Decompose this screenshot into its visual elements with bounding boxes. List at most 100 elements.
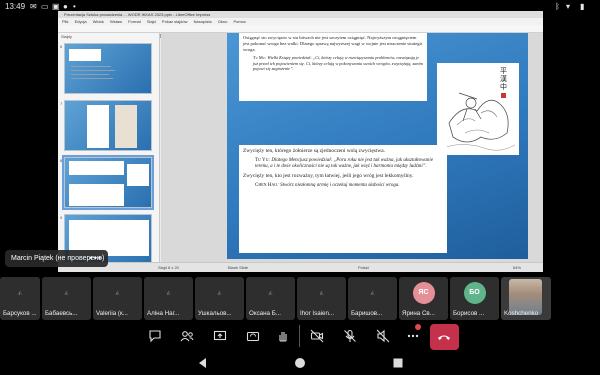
slide-textbox-bottom[interactable]: Zwycięży ten, którego żołnierze są zjedn… (239, 145, 447, 253)
participant-tile[interactable]: ◭ Ушкальов... (195, 277, 244, 320)
menu-item[interactable]: Pomoc (233, 19, 245, 24)
menu-item[interactable]: Slajd (147, 19, 156, 24)
quote-text: : Wielki Książę powiedział: „Ci, którzy … (253, 55, 423, 72)
language[interactable]: Polski (358, 263, 369, 272)
back-icon[interactable] (196, 356, 210, 370)
quote-author: Tu Yu (255, 158, 269, 163)
participant-name: Барсуков ... (3, 310, 37, 317)
calligraphy-text: 平 漢 中 (500, 67, 507, 91)
raise-hand-icon[interactable] (271, 324, 295, 348)
participant-name: Ihor Isaien... (300, 310, 335, 317)
libreoffice-status-bar: Slajd 8 z 20 Blank Slide Polski 64% (58, 262, 543, 272)
cast-icon: ▭ (41, 2, 49, 11)
ink-illustration-image[interactable]: 平 漢 中 (437, 63, 519, 155)
menu-item[interactable]: Edycja (75, 19, 87, 24)
participant-name: Бабаевсь... (45, 310, 78, 317)
mic-muted-icon: ◭ (268, 290, 273, 296)
avatar: БО (463, 282, 486, 304)
menu-item[interactable]: Narzędzia (194, 19, 212, 24)
window-title: Prezentacja Sztuka prowadzenia ... WODR … (64, 12, 211, 17)
microphone-icon: ● (63, 2, 68, 11)
participant-name: Баришов... (351, 310, 383, 317)
slide-thumbnail[interactable]: 7 (60, 100, 152, 151)
quote-text: : Dlatego Mencjusz powiedział: „Pora rok… (255, 158, 434, 170)
toolbar[interactable] (58, 25, 543, 38)
menu-item[interactable]: Widok (93, 19, 104, 24)
mic-off-icon[interactable] (338, 324, 362, 348)
participant-name: Koshchenko (504, 310, 539, 317)
participant-tile[interactable]: ◭ Ihor Isaien... (297, 277, 346, 320)
camera-off-icon[interactable] (305, 324, 329, 348)
menu-item[interactable]: Plik (62, 19, 68, 24)
thumbnail-number: 9 (60, 215, 63, 220)
more-icon[interactable] (401, 324, 425, 348)
mic-muted-icon: ◭ (18, 290, 22, 296)
participant-tile[interactable]: ◭ Valeriia (к... (93, 277, 142, 320)
presenter-more-icon[interactable]: ••• (90, 250, 102, 267)
participants-strip: ◭ Барсуков ... ◭ Бабаевсь... ◭ Valeriia … (0, 277, 600, 320)
participant-name: Аліна Наг... (147, 310, 180, 317)
window-title-bar: Prezentacja Sztuka prowadzenia ... WODR … (58, 11, 543, 18)
participant-tile[interactable]: ◭ Аліна Наг... (144, 277, 193, 320)
slides-panel-label: Slajdy (61, 34, 72, 39)
hangup-button[interactable] (430, 324, 459, 350)
thumbnail-number: 7 (60, 101, 63, 106)
slide-thumbnail-selected[interactable]: 8 (60, 155, 154, 210)
thumbnail-number: 8 (60, 158, 63, 163)
participant-tile-video[interactable]: Koshchenko (501, 277, 551, 320)
divider (299, 325, 300, 347)
menu-item[interactable]: Pokaz slajdów (162, 19, 188, 24)
slide-textbox-top[interactable]: Osiągnąć sto zwycięstw w stu bitwach nie… (239, 33, 427, 101)
slide-editor[interactable]: Osiągnąć sto zwycięstw w stu bitwach nie… (161, 33, 543, 262)
menu-item[interactable]: Wstaw (110, 19, 122, 24)
slide-quote: Tu Yu: Dlatego Mencjusz powiedział: „Por… (255, 158, 443, 170)
menu-bar[interactable]: Plik Edycja Widok Wstaw Format Slajd Pok… (58, 18, 543, 25)
mic-muted-icon: ◭ (115, 290, 120, 296)
battery-icon: ▮ (580, 2, 585, 11)
presenter-label[interactable]: Marcin Piątek (не проверено) ••• (5, 250, 108, 267)
recents-icon[interactable] (391, 356, 405, 370)
wifi-icon: ▾ (566, 2, 571, 11)
mail-icon: ✉ (30, 2, 37, 11)
participant-tile[interactable]: ◭ Барсуков ... (0, 277, 40, 320)
slide-quote: Chen Hao: Stwórz niezłomną armię i oczek… (255, 183, 443, 189)
chat-icon[interactable] (143, 324, 167, 348)
thumbnail-number: 6 (60, 44, 63, 49)
zoom-level[interactable]: 64% (513, 263, 521, 272)
participant-tile[interactable]: ◭ Оксана Б... (246, 277, 295, 320)
speaker-off-icon[interactable] (371, 324, 395, 348)
quote-author: Chen Hao (255, 183, 278, 189)
slide-paragraph: Osiągnąć sto zwycięstw w stu bitwach nie… (243, 35, 423, 52)
participant-tile[interactable]: ЯС Ярина Св... (399, 277, 448, 320)
home-icon[interactable] (293, 356, 307, 370)
slide-thumbnail[interactable]: 6 (60, 43, 152, 94)
android-nav-bar (0, 351, 600, 375)
quote-text: : Stwórz niezłomną armię i oczekuj momen… (277, 183, 400, 189)
shared-screen: Prezentacja Sztuka prowadzenia ... WODR … (58, 11, 543, 272)
layout-name: Blank Slide (228, 265, 249, 270)
menu-item[interactable]: Okno (218, 19, 228, 24)
participants-icon[interactable] (175, 324, 199, 348)
participant-tile[interactable]: ◭ Бабаевсь... (42, 277, 91, 320)
slide-heading: Zwycięży ten, którego żołnierze są zjedn… (243, 148, 386, 154)
slides-panel[interactable]: Slajdy 6 7 8 9 (58, 33, 160, 265)
participant-name: Ушкальов... (198, 310, 232, 317)
participant-name: Valeriia (к... (96, 310, 128, 317)
share-screen-icon[interactable] (208, 324, 232, 348)
slide-count: Slajd 8 z 20 (158, 265, 179, 270)
clock: 13:49 (5, 2, 26, 11)
camera-flip-icon[interactable] (241, 324, 265, 348)
image-icon: ▣ (52, 2, 60, 11)
quote-author: Tu Mu (253, 55, 265, 61)
participant-name: Борисов ... (453, 310, 485, 317)
mic-muted-icon: ◭ (319, 290, 324, 296)
participant-tile[interactable]: БО Борисов ... (450, 277, 499, 320)
slide-heading: Zwycięży ten, kto jest rozważny, tym łat… (243, 173, 414, 180)
hangup-icon (438, 335, 450, 340)
red-seal (501, 93, 506, 98)
menu-item[interactable]: Format (128, 19, 141, 24)
participant-name: Ярина Св... (402, 310, 435, 317)
current-slide[interactable]: Osiągnąć sto zwycięstw w stu bitwach nie… (227, 33, 528, 259)
mic-muted-icon: ◭ (166, 290, 171, 296)
participant-tile[interactable]: ◭ Баришов... (348, 277, 397, 320)
